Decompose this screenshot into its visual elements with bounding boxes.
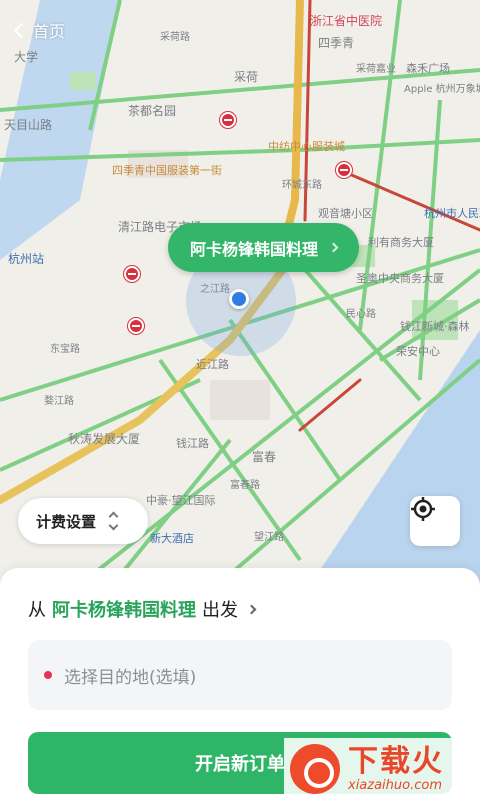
start-location-name: 阿卡杨锋韩国料理 [190, 239, 319, 259]
destination-placeholder: 选择目的地(选填) [64, 667, 197, 688]
destination-input[interactable]: 选择目的地(选填) [28, 640, 452, 710]
no-entry-icon [336, 162, 352, 178]
map-label: 东宝路 [50, 344, 80, 355]
map-label: 采荷 [234, 70, 259, 84]
map-label: 婺江路 [44, 396, 74, 407]
map-label: 天目山路 [4, 118, 53, 132]
map-label: 利有商务大厦 [368, 236, 434, 249]
watermark-domain: xiazaihuo.com [348, 777, 443, 793]
map-label: 四季青 [318, 36, 355, 50]
crosshair-icon [411, 497, 435, 521]
map-label: Apple 杭州万象城 [404, 84, 480, 95]
watermark-brand: 下载火 [348, 743, 444, 779]
map-label: 圣奥中央商务大厦 [356, 272, 444, 285]
map-label: 杭州市人民政府 [424, 207, 480, 220]
destination-dot-icon [44, 671, 52, 679]
back-button[interactable]: 首页 [12, 18, 65, 42]
map-label: 近江路 [196, 358, 229, 371]
map-label: 观音塘小区 [318, 207, 373, 220]
map-label: 四季青中国服装第一街 [112, 164, 222, 177]
map-label: 采荷嘉业 [356, 64, 396, 75]
map-label: 富春 [252, 450, 277, 464]
map-label: 秋涛发展大厦 [68, 432, 141, 446]
from-suffix: 出发 [202, 600, 238, 621]
map-label: 钱江路 [176, 437, 209, 450]
no-entry-icon [220, 112, 236, 128]
map-view[interactable]: 大学 天目山路 杭州站 茶都名园 采荷 四季青 浙江省中医院 采荷路 中纺中心服… [0, 0, 480, 600]
map-label: 钱江新城·森林 [400, 320, 470, 333]
map-label: 大学 [14, 50, 39, 64]
watermark-logo-icon [290, 744, 340, 794]
map-label: 环城东路 [282, 180, 322, 191]
map-label: 民心路 [346, 309, 376, 320]
chevron-right-icon [246, 604, 257, 614]
back-label: 首页 [33, 22, 66, 41]
from-prefix: 从 [28, 600, 46, 621]
watermark: 下载火 xiazaihuo.com [284, 738, 480, 800]
no-entry-icon [128, 318, 144, 334]
map-label: 望江路 [254, 532, 284, 543]
map-label: 浙江省中医院 [310, 14, 383, 28]
fee-settings-button[interactable]: 计费设置 [18, 498, 148, 544]
no-entry-icon [124, 266, 140, 282]
chevron-left-icon [13, 22, 30, 38]
map-label: 茶都名园 [128, 104, 177, 118]
map-label: 荣安中心 [396, 345, 440, 358]
map-label: 富春路 [230, 480, 260, 491]
map-label: 中纺中心服装城 [268, 140, 345, 153]
start-location-bubble[interactable]: 阿卡杨锋韩国料理 [168, 223, 360, 272]
fee-settings-label: 计费设置 [36, 512, 97, 531]
expand-collapse-icon [108, 511, 119, 531]
map-label: 森禾广场 [406, 62, 450, 75]
chevron-right-icon [328, 242, 339, 253]
start-location-row[interactable]: 从 阿卡杨锋韩国料理 出发 [28, 596, 257, 622]
map-label: 采荷路 [160, 32, 190, 43]
map-label: 中豪·望江国际 [146, 494, 216, 507]
from-place: 阿卡杨锋韩国料理 [52, 600, 196, 621]
map-label: 新大酒店 [150, 532, 194, 545]
locate-me-button[interactable] [410, 496, 460, 546]
map-label: 杭州站 [8, 252, 45, 266]
current-location-marker [229, 289, 249, 309]
